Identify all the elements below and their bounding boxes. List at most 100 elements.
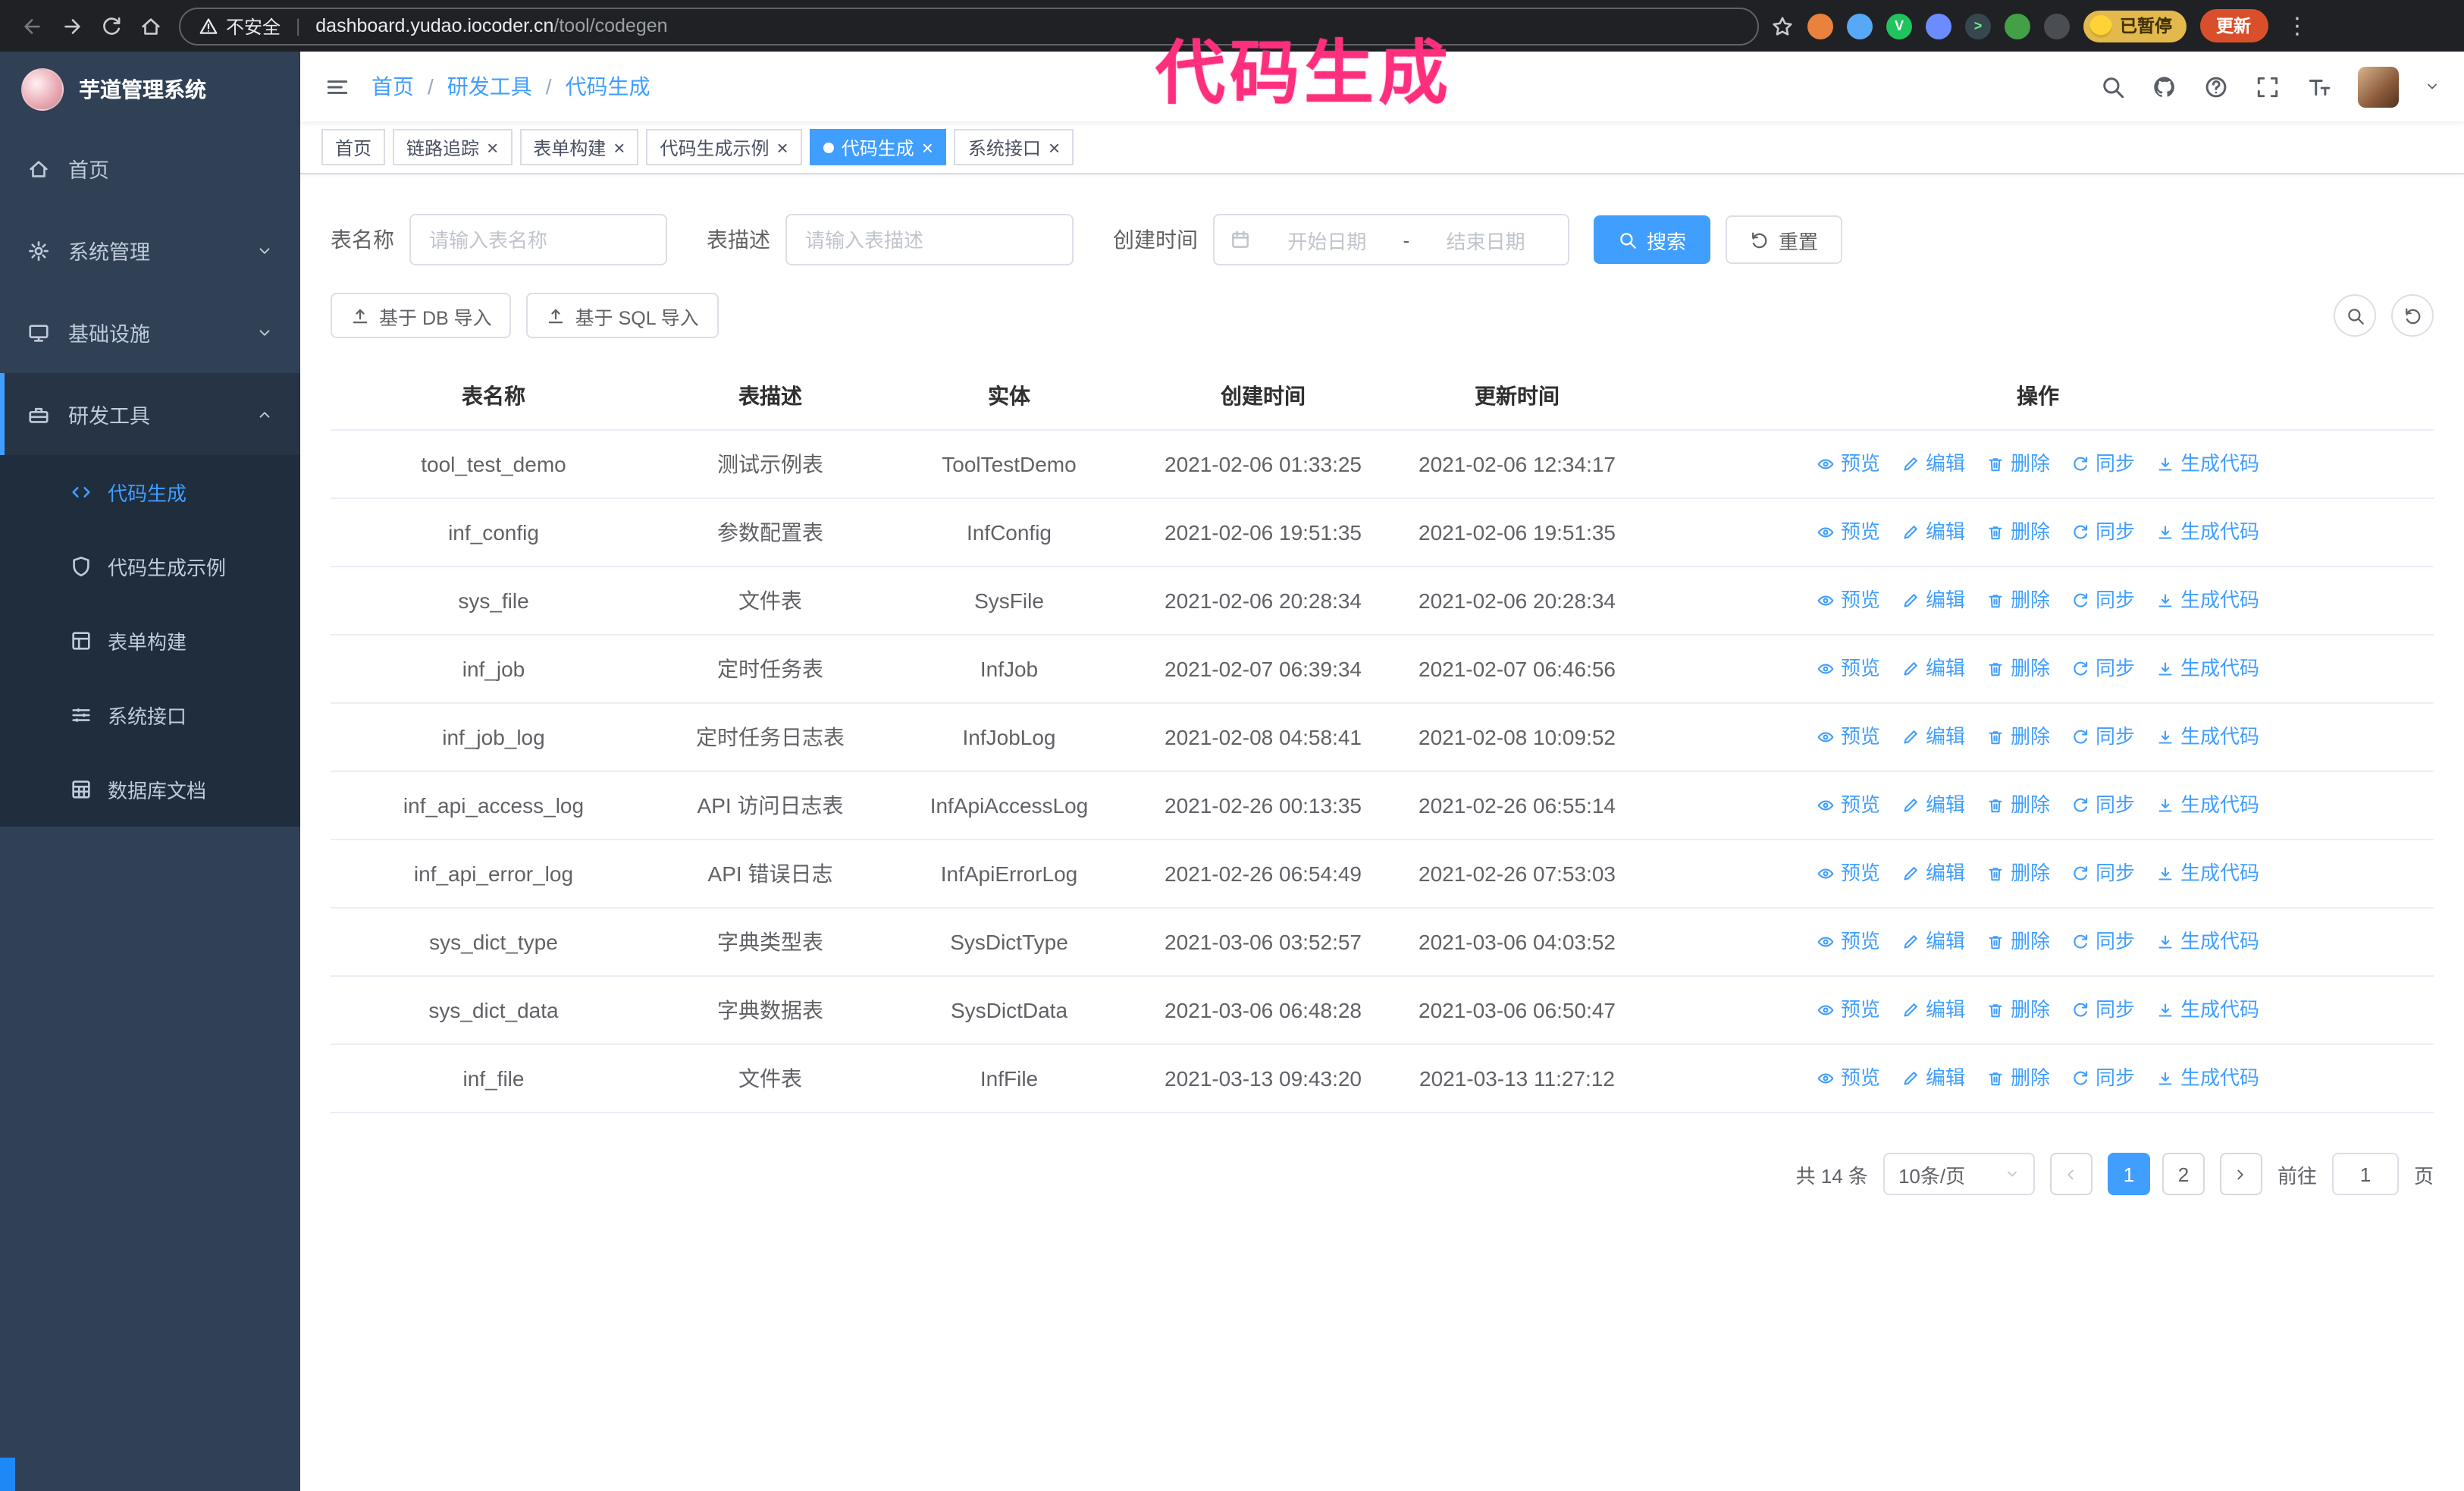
action-edit[interactable]: 编辑 bbox=[1901, 995, 1965, 1025]
action-delete[interactable]: 删除 bbox=[1986, 859, 2050, 889]
extension-icon[interactable]: > bbox=[1965, 13, 1991, 39]
action-preview[interactable]: 预览 bbox=[1817, 517, 1880, 548]
sidebar-item-devtool[interactable]: 研发工具 bbox=[0, 373, 300, 455]
forward-button[interactable] bbox=[52, 6, 91, 46]
tab-system-api[interactable]: 系统接口 × bbox=[954, 129, 1074, 165]
extension-icon[interactable] bbox=[1847, 13, 1873, 39]
action-sync[interactable]: 同步 bbox=[2071, 859, 2135, 889]
action-preview[interactable]: 预览 bbox=[1817, 449, 1880, 479]
close-icon[interactable]: × bbox=[777, 137, 788, 157]
sidebar-item-home[interactable]: 首页 bbox=[0, 127, 300, 209]
sidebar-item-infra[interactable]: 基础设施 bbox=[0, 291, 300, 373]
action-preview[interactable]: 预览 bbox=[1817, 927, 1880, 957]
toggle-search-button[interactable] bbox=[2334, 294, 2376, 337]
search-button[interactable]: 搜索 bbox=[1594, 215, 1711, 264]
font-size-icon[interactable] bbox=[2306, 74, 2332, 99]
close-icon[interactable]: × bbox=[922, 137, 933, 157]
page-1[interactable]: 1 bbox=[2107, 1153, 2150, 1195]
action-delete[interactable]: 删除 bbox=[1986, 995, 2050, 1025]
action-edit[interactable]: 编辑 bbox=[1901, 927, 1965, 957]
reset-button[interactable]: 重置 bbox=[1726, 215, 1843, 264]
table-name-input[interactable] bbox=[409, 214, 667, 265]
extension-icon[interactable] bbox=[1926, 13, 1951, 39]
action-edit[interactable]: 编辑 bbox=[1901, 1063, 1965, 1094]
avatar[interactable] bbox=[2358, 66, 2399, 107]
action-delete[interactable]: 删除 bbox=[1986, 722, 2050, 752]
action-preview[interactable]: 预览 bbox=[1817, 995, 1880, 1025]
action-sync[interactable]: 同步 bbox=[2071, 517, 2135, 548]
browser-home-button[interactable] bbox=[130, 6, 170, 46]
action-preview[interactable]: 预览 bbox=[1817, 1063, 1880, 1094]
tab-home[interactable]: 首页 bbox=[321, 129, 386, 165]
action-sync[interactable]: 同步 bbox=[2071, 449, 2135, 479]
extension-icon[interactable] bbox=[1807, 13, 1833, 39]
page-size-select[interactable]: 10条/页 bbox=[1882, 1153, 2035, 1195]
tab-codegen[interactable]: 代码生成 × bbox=[809, 129, 947, 165]
search-icon[interactable] bbox=[2100, 74, 2126, 99]
fullscreen-icon[interactable] bbox=[2255, 74, 2281, 99]
extension-icon[interactable] bbox=[2005, 13, 2030, 39]
logo[interactable]: 芋道管理系统 bbox=[0, 52, 300, 127]
sidebar-subitem-db-doc[interactable]: 数据库文档 bbox=[0, 752, 300, 827]
browser-menu-icon[interactable]: ⋮ bbox=[2281, 12, 2313, 39]
action-delete[interactable]: 删除 bbox=[1986, 585, 2050, 616]
hamburger-icon[interactable] bbox=[324, 74, 350, 99]
action-sync[interactable]: 同步 bbox=[2071, 722, 2135, 752]
page-2[interactable]: 2 bbox=[2161, 1153, 2205, 1195]
action-edit[interactable]: 编辑 bbox=[1901, 790, 1965, 821]
action-sync[interactable]: 同步 bbox=[2071, 927, 2135, 957]
breadcrumb-item[interactable]: 首页 bbox=[371, 71, 414, 102]
extension-icon[interactable]: V bbox=[1886, 13, 1912, 39]
bookmark-star-icon[interactable] bbox=[1771, 14, 1794, 37]
action-delete[interactable]: 删除 bbox=[1986, 449, 2050, 479]
close-icon[interactable]: × bbox=[1049, 137, 1060, 157]
action-preview[interactable]: 预览 bbox=[1817, 790, 1880, 821]
close-icon[interactable]: × bbox=[613, 137, 625, 157]
sidebar-subitem-codegen-example[interactable]: 代码生成示例 bbox=[0, 529, 300, 604]
import-sql-button[interactable]: 基于 SQL 导入 bbox=[526, 293, 719, 338]
action-generate[interactable]: 生成代码 bbox=[2156, 995, 2259, 1025]
action-sync[interactable]: 同步 bbox=[2071, 1063, 2135, 1094]
action-sync[interactable]: 同步 bbox=[2071, 654, 2135, 684]
action-preview[interactable]: 预览 bbox=[1817, 722, 1880, 752]
action-delete[interactable]: 删除 bbox=[1986, 790, 2050, 821]
paused-badge[interactable]: 已暂停 bbox=[2083, 10, 2186, 42]
action-generate[interactable]: 生成代码 bbox=[2156, 790, 2259, 821]
action-delete[interactable]: 删除 bbox=[1986, 927, 2050, 957]
sidebar-item-system[interactable]: 系统管理 bbox=[0, 209, 300, 291]
action-sync[interactable]: 同步 bbox=[2071, 790, 2135, 821]
help-icon[interactable] bbox=[2203, 74, 2229, 99]
sidebar-subitem-system-api[interactable]: 系统接口 bbox=[0, 678, 300, 752]
action-preview[interactable]: 预览 bbox=[1817, 585, 1880, 616]
breadcrumb-item[interactable]: 研发工具 bbox=[447, 71, 532, 102]
action-edit[interactable]: 编辑 bbox=[1901, 859, 1965, 889]
close-icon[interactable]: × bbox=[487, 137, 498, 157]
tab-form-builder[interactable]: 表单构建 × bbox=[519, 129, 639, 165]
action-delete[interactable]: 删除 bbox=[1986, 654, 2050, 684]
github-icon[interactable] bbox=[2152, 74, 2177, 99]
next-page-button[interactable] bbox=[2219, 1153, 2262, 1195]
action-sync[interactable]: 同步 bbox=[2071, 585, 2135, 616]
action-edit[interactable]: 编辑 bbox=[1901, 722, 1965, 752]
action-sync[interactable]: 同步 bbox=[2071, 995, 2135, 1025]
action-delete[interactable]: 删除 bbox=[1986, 517, 2050, 548]
action-generate[interactable]: 生成代码 bbox=[2156, 449, 2259, 479]
action-generate[interactable]: 生成代码 bbox=[2156, 1063, 2259, 1094]
sidebar-subitem-form-builder[interactable]: 表单构建 bbox=[0, 604, 300, 678]
action-edit[interactable]: 编辑 bbox=[1901, 449, 1965, 479]
table-desc-input[interactable] bbox=[785, 214, 1074, 265]
action-edit[interactable]: 编辑 bbox=[1901, 585, 1965, 616]
date-range-picker[interactable]: 开始日期 - 结束日期 bbox=[1213, 214, 1569, 265]
security-chip[interactable]: 不安全 bbox=[199, 13, 281, 39]
import-db-button[interactable]: 基于 DB 导入 bbox=[331, 293, 512, 338]
action-generate[interactable]: 生成代码 bbox=[2156, 859, 2259, 889]
tab-trace[interactable]: 链路追踪 × bbox=[393, 129, 513, 165]
action-generate[interactable]: 生成代码 bbox=[2156, 722, 2259, 752]
action-preview[interactable]: 预览 bbox=[1817, 654, 1880, 684]
action-edit[interactable]: 编辑 bbox=[1901, 517, 1965, 548]
goto-page-input[interactable] bbox=[2331, 1153, 2399, 1195]
tab-codegen-example[interactable]: 代码生成示例 × bbox=[646, 129, 802, 165]
sidebar-subitem-code-generation[interactable]: 代码生成 bbox=[0, 455, 300, 529]
update-button[interactable]: 更新 bbox=[2199, 9, 2268, 42]
refresh-table-button[interactable] bbox=[2391, 294, 2434, 337]
